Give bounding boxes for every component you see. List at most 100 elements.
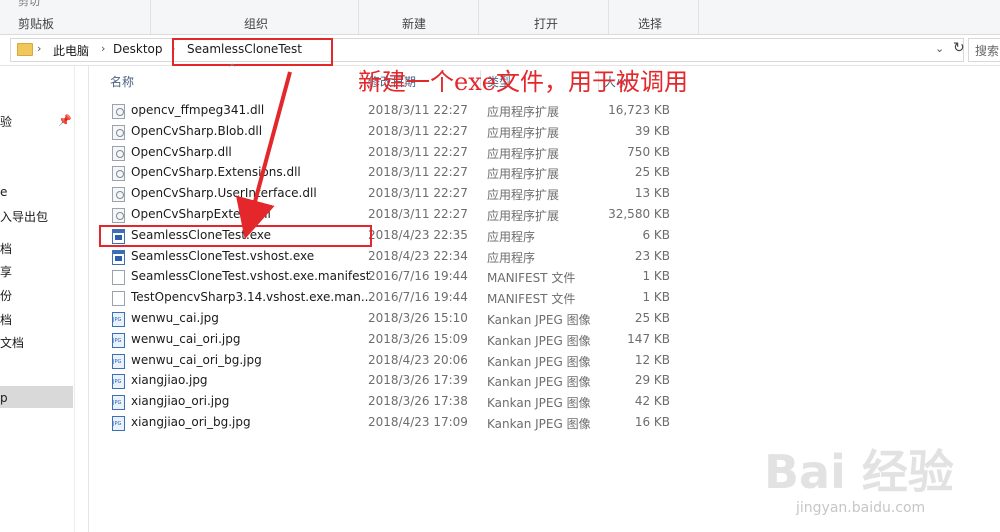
breadcrumb-this-pc[interactable]: 此电脑: [53, 42, 89, 59]
jpg-file-icon: [112, 374, 125, 390]
chevron-right-icon[interactable]: ›: [101, 42, 105, 55]
file-type: MANIFEST 文件: [487, 292, 576, 307]
refresh-icon[interactable]: ↻: [953, 40, 965, 56]
jpg-file-icon: [112, 312, 125, 327]
dll-file-icon: [112, 104, 125, 119]
dll-file-icon: [112, 208, 125, 223]
ribbon-group-label: 打开: [534, 17, 559, 31]
folder-icon: [17, 43, 33, 56]
file-date: 2018/3/11 22:27: [368, 123, 468, 138]
file-date: 2018/4/23 22:35: [368, 227, 468, 242]
chevron-down-icon[interactable]: ⌄: [935, 42, 944, 55]
chevron-right-icon[interactable]: ›: [37, 42, 41, 55]
jpg-file-icon: [112, 353, 125, 369]
file-row[interactable]: TestOpencvSharp3.14.vshost.exe.man... 201…: [100, 288, 680, 308]
file-row[interactable]: xiangjiao.jpg 2018/3/26 17:39 Kankan JPEG …: [100, 371, 680, 391]
file-name: wenwu_cai_ori.jpg: [131, 331, 241, 346]
jpg-file-icon: [112, 416, 125, 431]
file-date: 2018/3/11 22:27: [368, 207, 468, 221]
file-size: 1 KB: [642, 290, 670, 305]
file-size: 23 KB: [634, 248, 670, 263]
file-row[interactable]: wenwu_cai.jpg 2018/3/26 15:10 Kankan JPEG …: [100, 309, 680, 329]
file-type: Kankan JPEG 图像: [487, 417, 591, 431]
highlight-box-address: [172, 38, 333, 66]
ribbon-group-label: 组织: [244, 17, 269, 31]
file-name: OpenCvSharp.dll: [131, 144, 232, 159]
file-size: 25 KB: [634, 165, 670, 180]
file-row[interactable]: OpenCvSharp.UserInterface.dll 2018/3/11 2…: [100, 184, 680, 204]
file-name: xiangjiao_ori.jpg: [131, 394, 230, 409]
file-row[interactable]: xiangjiao_ori_bg.jpg 2018/4/23 17:09 Kanka…: [100, 413, 680, 433]
file-name: xiangjiao_ori_bg.jpg: [131, 415, 251, 429]
file-type: 应用程序扩展: [487, 105, 560, 119]
dll-file-icon: [112, 145, 125, 161]
nav-item[interactable]: 享: [0, 263, 12, 280]
file-size: 39 KB: [634, 123, 670, 138]
file-file-icon: [112, 270, 125, 286]
watermark-url: jingyan.baidu.com: [796, 500, 926, 516]
highlight-box-exe: [99, 225, 372, 247]
file-type: 应用程序扩展: [487, 209, 560, 223]
file-date: 2018/3/26 17:39: [368, 373, 468, 388]
breadcrumb-desktop[interactable]: Desktop: [113, 42, 163, 56]
navigation-pane: 📌 验 e 入导出包 档 享 份 档 文档 p: [0, 66, 75, 532]
ribbon-group-clipboard: 剪贴板: [0, 0, 151, 34]
ribbon-group-label: 剪贴板: [18, 17, 55, 31]
nav-item[interactable]: e: [0, 185, 7, 199]
file-date: 2016/7/16 19:44: [368, 290, 468, 305]
file-type: 应用程序: [487, 250, 536, 265]
nav-item[interactable]: 入导出包: [0, 208, 48, 225]
file-date: 2018/4/23 22:34: [368, 248, 468, 263]
ribbon-group-new: 新建: [358, 0, 479, 34]
file-row[interactable]: xiangjiao_ori.jpg 2018/3/26 17:38 Kankan J…: [100, 392, 680, 412]
ribbon-group-select: 选择: [608, 0, 699, 34]
nav-item-selected[interactable]: p: [0, 391, 8, 405]
nav-item[interactable]: 份: [0, 287, 12, 304]
file-type: 应用程序扩展: [487, 188, 560, 203]
file-row[interactable]: OpenCvSharp.Extensions.dll 2018/3/11 22:2…: [100, 163, 680, 183]
exe-file-icon: [112, 249, 125, 265]
ribbon-group-label: 新建: [402, 17, 427, 31]
nav-item[interactable]: 文档: [0, 334, 24, 351]
file-name: SeamlessCloneTest.vshost.exe.manifest: [131, 269, 371, 284]
file-size: 16,723 KB: [608, 103, 670, 117]
search-box[interactable]: 搜索: [968, 38, 1000, 62]
file-name: OpenCvSharpExtern.dll: [131, 207, 271, 221]
file-name: SeamlessCloneTest.vshost.exe: [131, 248, 315, 263]
dll-file-icon: [112, 187, 125, 203]
file-type: 应用程序: [487, 229, 536, 244]
file-size: 42 KB: [634, 394, 670, 409]
file-row[interactable]: opencv_ffmpeg341.dll 2018/3/11 22:27 应用程序扩…: [100, 101, 680, 121]
file-size: 147 KB: [627, 331, 670, 346]
file-row[interactable]: SeamlessCloneTest.vshost.exe.manifest 201…: [100, 267, 680, 287]
nav-item[interactable]: 档: [0, 240, 12, 257]
pin-icon[interactable]: 📌: [58, 114, 72, 127]
file-row[interactable]: OpenCvSharpExtern.dll 2018/3/11 22:27 应用程序…: [100, 205, 680, 225]
file-type: Kankan JPEG 图像: [487, 396, 591, 411]
file-row[interactable]: OpenCvSharp.Blob.dll 2018/3/11 22:27 应用程序扩…: [100, 122, 680, 142]
file-size: 750 KB: [627, 144, 670, 159]
file-date: 2018/4/23 17:09: [368, 415, 468, 429]
file-name: wenwu_cai.jpg: [131, 311, 219, 325]
dll-file-icon: [112, 124, 125, 140]
file-name: TestOpencvSharp3.14.vshost.exe.man...: [131, 290, 373, 305]
file-date: 2018/3/11 22:27: [368, 165, 468, 180]
nav-item[interactable]: 验: [0, 113, 12, 130]
file-row[interactable]: OpenCvSharp.dll 2018/3/11 22:27 应用程序扩展 750 …: [100, 143, 680, 163]
file-row[interactable]: wenwu_cai_ori_bg.jpg 2018/4/23 20:06 Kanka…: [100, 351, 680, 371]
file-size: 1 KB: [642, 269, 670, 284]
file-row[interactable]: SeamlessCloneTest.vshost.exe 2018/4/23 22…: [100, 247, 680, 267]
file-name: wenwu_cai_ori_bg.jpg: [131, 352, 262, 367]
column-header-name[interactable]: 名称: [110, 73, 134, 90]
file-row[interactable]: wenwu_cai_ori.jpg 2018/3/26 15:09 Kankan J…: [100, 330, 680, 350]
pane-divider[interactable]: [88, 66, 89, 532]
file-type: 应用程序扩展: [487, 167, 560, 182]
address-bar[interactable]: › 此电脑 › Desktop › SeamlessCloneTest ⌄ ↻: [10, 38, 965, 62]
watermark-logo: Bai 经验: [764, 445, 954, 499]
annotation-text: 新建一个exe文件，用于被调用: [358, 68, 688, 96]
file-date: 2018/3/11 22:27: [368, 144, 468, 159]
nav-item[interactable]: 档: [0, 311, 12, 328]
file-date: 2018/3/11 22:27: [368, 186, 468, 201]
jpg-file-icon: [112, 395, 125, 411]
ribbon-group-open: 打开: [478, 0, 609, 34]
